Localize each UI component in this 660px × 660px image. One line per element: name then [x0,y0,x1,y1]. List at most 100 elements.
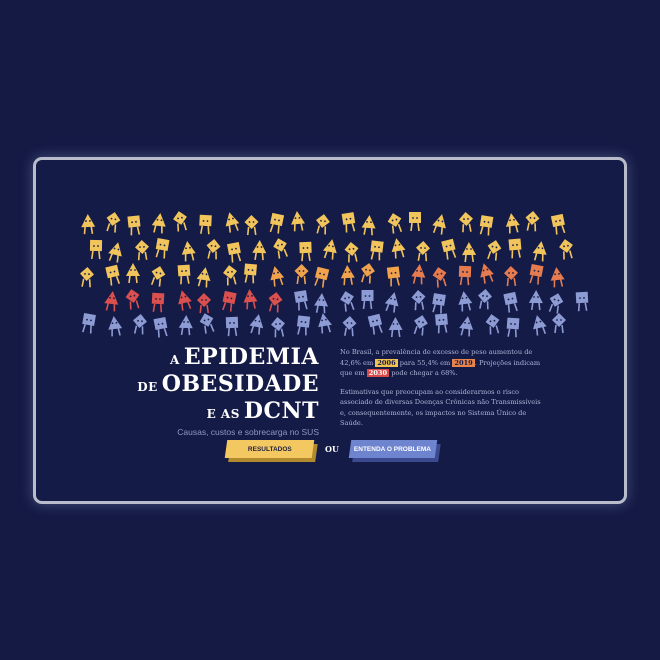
person-figure [199,214,212,235]
or-label: OU [325,444,339,454]
person-figure [104,291,119,312]
person-figure [559,239,573,260]
person-figure [370,240,384,261]
person-figure [361,263,375,284]
person-figure [82,313,96,334]
person-figure [268,292,283,313]
person-figure [226,241,242,263]
person-figure [135,240,149,261]
person-figure [391,238,406,259]
person-figure [316,214,330,235]
person-figure [434,313,448,334]
person-figure [299,241,312,262]
person-figure [178,315,193,336]
entenda-problema-button[interactable]: ENTENDA O PROBLEMA [348,440,438,458]
person-figure [387,213,403,234]
person-figure [503,291,518,313]
person-figure [269,212,285,234]
person-figure [479,215,494,236]
intro-text: No Brasil, a prevalência de excesso de p… [340,347,543,437]
person-figure [314,293,329,314]
person-figure [314,266,330,288]
person-figure [223,265,237,286]
person-figure [151,292,165,313]
person-figure [127,215,141,236]
person-figure [108,242,122,263]
person-figure [244,215,259,236]
person-figure [411,290,426,311]
person-figure [411,264,426,285]
person-figure [432,293,446,314]
person-figure [548,293,564,314]
person-figure [529,263,544,285]
year-2030-badge: 2030 [366,369,390,377]
person-figure [151,213,166,234]
person-figure [196,267,211,288]
person-figure [108,316,123,337]
person-figure [106,212,121,233]
person-figure [150,266,166,287]
person-figure [459,316,474,337]
person-figure [413,315,428,336]
paragraph-estimates: Estimativas que preocupam ao considerarm… [340,387,541,428]
person-figure [504,266,518,287]
person-figure [508,238,522,259]
person-figure [485,314,500,335]
person-figure [487,240,502,261]
resultados-button[interactable]: RESULTADOS [224,440,315,458]
person-figure [342,316,357,337]
person-figure [340,265,355,286]
person-figure [125,289,140,310]
person-figure [416,241,430,262]
person-figure [126,263,140,284]
person-figure [462,242,477,263]
person-figure [550,213,566,235]
person-figure [409,212,421,232]
person-figure [525,211,540,232]
title-line-1: A EPIDEMIA [170,344,319,370]
page-frame: A EPIDEMIA DE OBESIDADE E AS DCNT Causas, c… [33,157,627,504]
person-figure [178,290,192,311]
person-figure [480,263,494,284]
year-2019-badge: 2019 [452,358,475,367]
person-figure [441,238,457,260]
person-figure [361,290,374,310]
person-figure [340,291,355,312]
person-figure [181,241,196,262]
person-figure [177,264,191,285]
person-figure [322,239,337,260]
people-figures [80,211,589,338]
person-figure [244,263,258,284]
person-figure [432,214,446,235]
person-figure [273,238,288,259]
person-figure [506,317,520,338]
person-figure [294,290,308,311]
paragraph-prevalence: No Brasil, a prevalência de excesso de p… [340,348,541,377]
person-figure [459,212,473,233]
person-figure [89,239,103,260]
subtitle: Causas, custos e sobrecarga no SUS [177,427,319,437]
person-figure [105,264,121,286]
person-figure [386,266,401,287]
person-figure [249,314,264,335]
title-line-3: E AS DCNT [206,398,319,424]
person-figure [173,211,187,232]
person-figure [550,267,565,288]
person-figure [552,313,566,334]
person-figure [222,290,237,312]
person-figure [270,266,285,287]
person-figure [361,215,376,236]
person-figure [206,239,221,260]
person-figure [478,289,492,310]
person-figure [384,292,399,313]
person-figure [344,242,359,263]
page-title: A EPIDEMIA DE OBESIDADE E AS DCNT Causas, c… [59,345,319,437]
person-figure [367,313,383,335]
person-figure [505,213,520,234]
person-figure [296,315,311,336]
person-figure [575,291,589,312]
person-figure [133,314,147,335]
person-figure [225,316,239,337]
person-figure [532,241,547,262]
person-figure [153,316,168,338]
